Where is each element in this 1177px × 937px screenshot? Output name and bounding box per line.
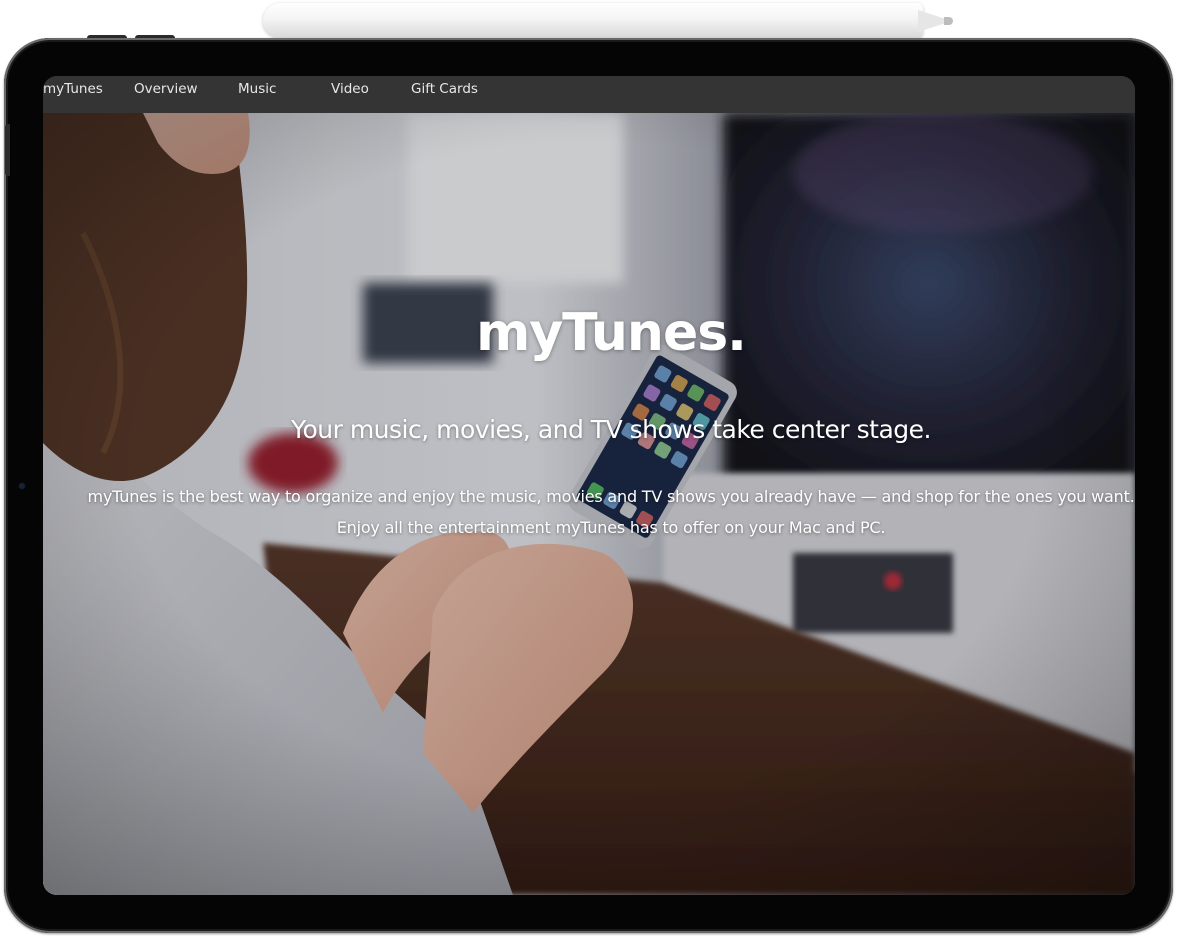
tablet-screen: myTunes Overview Music Video Gift Cards	[43, 76, 1135, 895]
nav-item-gift-cards[interactable]: Gift Cards	[411, 76, 478, 113]
top-navbar: myTunes Overview Music Video Gift Cards	[43, 76, 1135, 113]
nav-item-overview[interactable]: Overview	[134, 76, 198, 113]
stylus-pencil	[263, 3, 923, 38]
hero-subtitle: Your music, movies, and TV shows take ce…	[291, 415, 931, 444]
front-camera	[19, 483, 25, 489]
side-button	[5, 124, 10, 176]
hero-section: myTunes. Your music, movies, and TV show…	[43, 113, 1135, 895]
hero-description: myTunes is the best way to organize and …	[87, 487, 1135, 537]
device-mockup: myTunes Overview Music Video Gift Cards	[0, 0, 1177, 937]
nav-brand-mytunes[interactable]: myTunes	[43, 76, 103, 113]
stylus-nib	[944, 17, 953, 25]
nav-item-video[interactable]: Video	[331, 76, 369, 113]
nav-item-music[interactable]: Music	[238, 76, 276, 113]
hero-title: myTunes.	[476, 303, 747, 363]
